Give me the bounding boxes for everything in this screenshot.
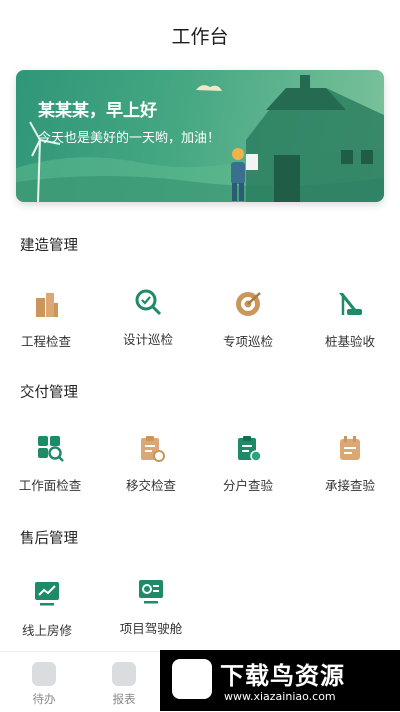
menu-item-label: 工程检查 [20,334,71,349]
report-icon [112,662,136,686]
pile-driver-icon [339,293,362,315]
menu-item-label: 项目驾驶舱 [119,621,183,636]
building-icon [36,293,58,317]
menu-item-project-inspection[interactable]: 工程检查 [1,289,91,350]
magnifier-check-icon [135,289,162,316]
menu-item-label: 设计巡检 [122,332,173,347]
menu-item-online-repair[interactable]: 线上房修 [2,578,92,639]
page-title: 工作台 [171,26,229,48]
menu-item-label: 专项巡检 [222,334,273,349]
menu-item-label: 工作面检查 [18,478,82,493]
menu-item-label: 桩基验收 [324,334,375,349]
clipboard-check-icon [238,436,262,462]
menu-item-workface-inspection[interactable]: 工作面检查 [5,433,95,494]
tab-report[interactable]: 报表 [99,662,149,707]
menu-item-label: 移交检查 [125,478,176,493]
todo-icon [32,662,56,686]
greeting-text: 某某某，早上好 [38,101,157,121]
menu-item-handover-inspection[interactable]: 移交检查 [106,433,196,494]
menu-item-label: 线上房修 [21,623,72,638]
tab-label: 待办 [32,692,56,706]
watermark-overlay: 下载鸟资源 www.xiazainiao.com [160,650,400,711]
tab-todo[interactable]: 待办 [19,662,69,707]
watermark-url: www.xiazainiao.com [224,690,336,703]
monitor-chart-icon [35,582,59,606]
section-title-delivery: 交付管理 [20,385,78,401]
welcome-banner: 某某某，早上好 今天也是美好的一天哟，加油！ [16,70,384,202]
menu-item-design-patrol[interactable]: 设计巡检 [103,287,193,348]
grid-search-icon [38,436,64,462]
menu-item-project-cockpit[interactable]: 项目驾驶舱 [106,576,196,637]
section-title-construction: 建造管理 [20,238,78,254]
calendar-check-icon [340,436,360,460]
tab-label: 报表 [112,692,136,706]
clipboard-transfer-icon [141,436,165,462]
watermark-title: 下载鸟资源 [220,662,345,690]
target-icon [236,292,261,316]
subtitle-text: 今天也是美好的一天哟，加油！ [38,131,221,146]
house-illustration [246,75,384,202]
menu-item-special-patrol[interactable]: 专项巡检 [203,289,293,350]
dashboard-screen-icon [139,580,163,604]
menu-item-household-check[interactable]: 分户查验 [203,433,293,494]
menu-item-label: 承接查验 [324,478,375,493]
menu-item-pile-acceptance[interactable]: 桩基验收 [305,289,395,350]
menu-item-label: 分户查验 [222,478,273,493]
menu-item-takeover-check[interactable]: 承接查验 [305,433,395,494]
watermark-logo-icon [172,659,212,699]
section-title-aftersales: 售后管理 [20,531,78,547]
